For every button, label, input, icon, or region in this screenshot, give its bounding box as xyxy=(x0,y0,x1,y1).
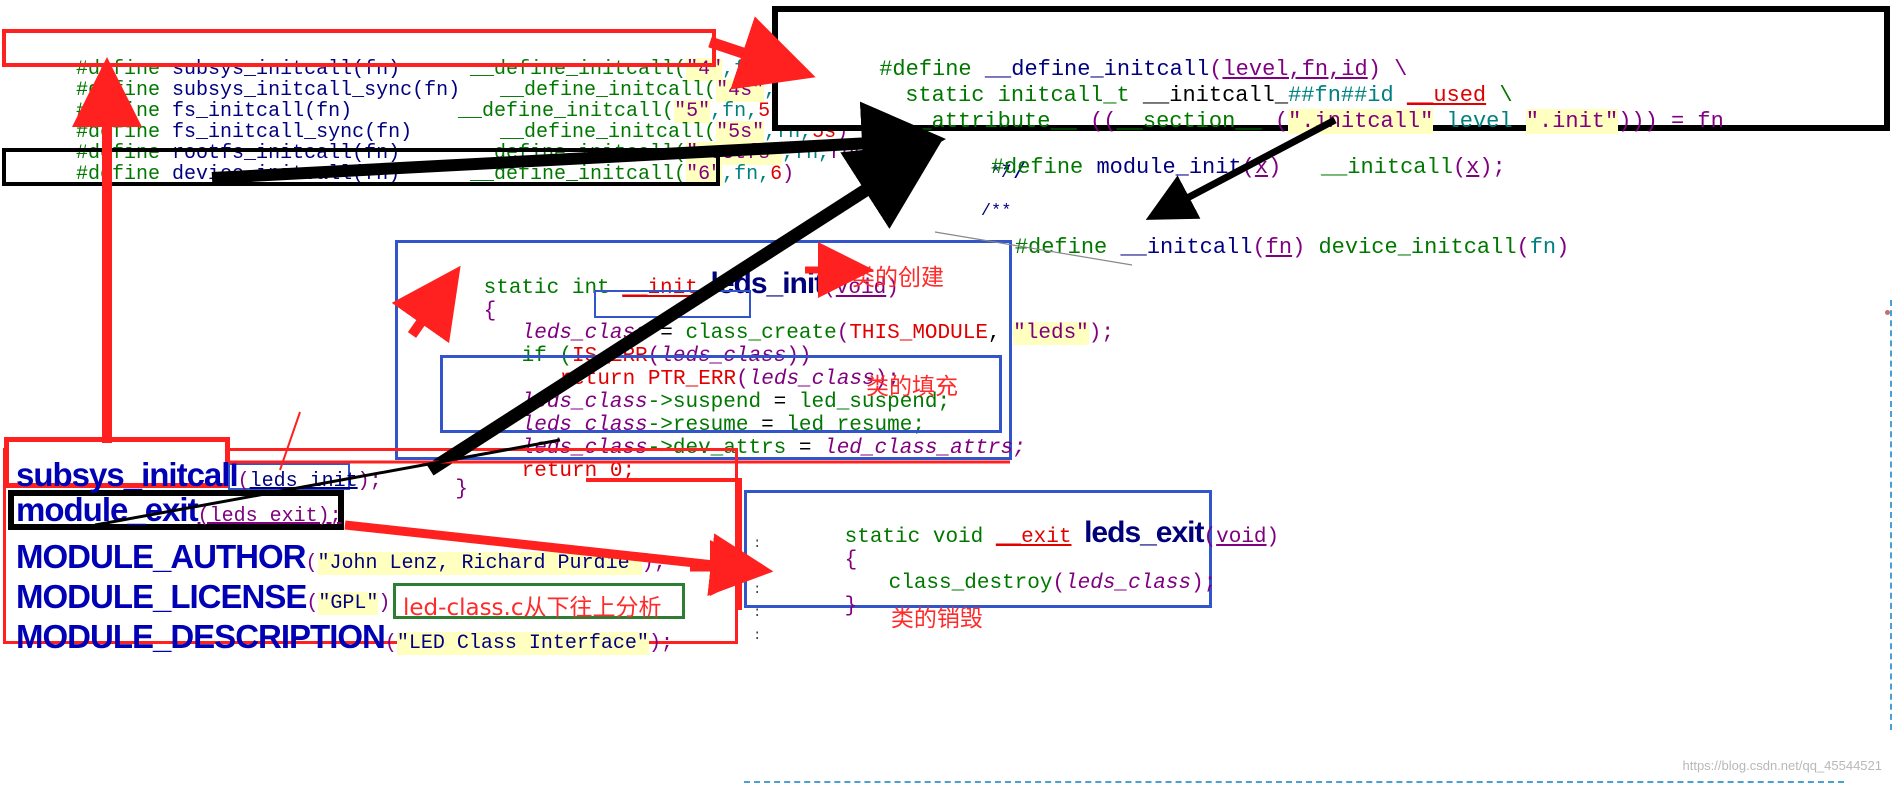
page-right-marker-dot xyxy=(1885,310,1890,315)
annotation-class-fill-text: 类的填充 xyxy=(866,374,958,400)
paren-close-2: ) xyxy=(1556,235,1570,260)
initcall-section-literal: ".initcall" xyxy=(1288,109,1434,134)
paren-open: ( xyxy=(1261,109,1289,134)
annotation-class-create-text: 类的创建 xyxy=(852,265,944,291)
attribute-keyword: __attribute__ xyxy=(905,109,1077,134)
module-author-label: MODULE_AUTHOR xyxy=(16,538,306,575)
watermark: https://blog.csdn.net/qq_45544521 xyxy=(1682,758,1883,773)
paren-close-semi: ); xyxy=(1088,322,1114,345)
annotation-class-destroy: 类的销毁 xyxy=(847,573,983,659)
device-initcall-name: device_initcall xyxy=(1318,235,1517,260)
annotation-class-create: 类的创建 xyxy=(852,258,944,292)
initcall-call: __initcall xyxy=(1320,155,1453,180)
paren-open: ( xyxy=(823,277,836,300)
comma: , xyxy=(987,322,1014,345)
paren-open: ( xyxy=(306,592,319,615)
paren-open: ( xyxy=(1241,155,1255,180)
leds-exit-code-box: ::::: static void __exit leds_exit(void)… xyxy=(744,490,1279,644)
paren-close-semi: ); xyxy=(641,552,666,575)
this-module-macro: THIS_MODULE xyxy=(849,322,988,345)
module-description-label: MODULE_DESCRIPTION xyxy=(16,618,386,655)
static-void-keyword: static void xyxy=(844,526,996,549)
annotation-class-fill: 类的填充 xyxy=(866,367,958,401)
highlight-rect-device-initcall xyxy=(2,148,720,186)
leds-exit-function-name: leds_exit xyxy=(1084,516,1204,549)
leds-exit-close-brace: } xyxy=(769,572,858,641)
module-init-statement: #define module_init(x) __initcall(x); xyxy=(938,132,1506,204)
paren-close: ) xyxy=(1266,526,1280,549)
init-section-literal: ".init" xyxy=(1525,109,1619,134)
annotation-reading-order: led-class.c从下往上分析 xyxy=(403,588,662,622)
initcall-define-statement: #define __initcall(fn) device_initcall(f… xyxy=(962,212,1570,284)
define-initcall-box: #define __define_initcall(level,fn,id) \… xyxy=(772,6,1890,134)
subsys-initcall-macro-line: subsys_initcall(leds_init); xyxy=(16,456,382,494)
module-init-param: x xyxy=(1254,155,1269,180)
module-exit-args: (leds_exit); xyxy=(197,505,342,528)
paren-open-2: ( xyxy=(1452,155,1467,180)
initcall-param: fn xyxy=(1265,235,1293,260)
paren-open-2: ( xyxy=(1516,235,1530,260)
screenshot-canvas: #define arch_initcall_sync(fn) __define_… xyxy=(0,0,1896,785)
module-exit-macro-line: module_exit(leds_exit); xyxy=(16,491,342,529)
level-token: level xyxy=(1433,109,1526,134)
annotation-class-destroy-text: 类的销毁 xyxy=(890,606,983,632)
module-description-value: "LED Class Interface" xyxy=(396,632,649,655)
module-license-label: MODULE_LICENSE xyxy=(16,578,307,615)
void-param: void xyxy=(1216,526,1267,549)
define-keyword: #define xyxy=(1014,235,1121,260)
highlight-rect-class-create xyxy=(594,290,751,318)
module-author-line: MODULE_AUTHOR("John Lenz, Richard Purdie… xyxy=(16,538,666,576)
paren-open: ( xyxy=(384,632,397,655)
assign-op: = xyxy=(786,437,825,460)
page-right-dashed-border xyxy=(1890,300,1892,730)
module-exit-label: module_exit xyxy=(16,491,199,528)
initcall-arg: x xyxy=(1466,155,1480,180)
page-bottom-dashed-border xyxy=(744,781,1844,783)
paren-open: ( xyxy=(1052,572,1066,595)
paren-open: ( xyxy=(237,470,250,493)
leds-class-var: leds_class xyxy=(1065,572,1192,595)
paren-close: ) xyxy=(1268,155,1321,180)
module-author-value: "John Lenz, Richard Purdie" xyxy=(317,552,642,575)
exit-attribute: __exit xyxy=(995,526,1072,549)
led-class-attrs-var: led_class_attrs; xyxy=(824,437,1026,460)
paren-close-semi: ); xyxy=(648,632,673,655)
module-license-value: "GPL" xyxy=(318,592,379,615)
paren-close: ) xyxy=(1292,235,1319,260)
paren-close-semi: ); xyxy=(1479,155,1506,180)
initcall-macro-name: __initcall xyxy=(1120,235,1253,260)
module-license-line: MODULE_LICENSE("GPL"); xyxy=(16,578,402,616)
paren-open: ( xyxy=(1203,526,1217,549)
annotation-reading-order-text: led-class.c从下往上分析 xyxy=(403,595,662,621)
paren-open: ( xyxy=(836,322,850,345)
double-paren: (( xyxy=(1076,109,1117,134)
module-description-line: MODULE_DESCRIPTION("LED Class Interface"… xyxy=(16,618,673,656)
leds-init-arg: leds_init xyxy=(249,470,358,493)
semicolon: ; xyxy=(369,470,382,493)
subsys-initcall-label: subsys_initcall xyxy=(16,456,239,493)
module-init-name: module_init xyxy=(1096,155,1242,180)
leds-exit-gutter: ::::: xyxy=(753,536,762,644)
section-keyword: __section__ xyxy=(1116,109,1262,134)
assign-fn: ))) = fn xyxy=(1618,109,1724,134)
paren-open: ( xyxy=(1252,235,1266,260)
highlight-rect-subsys-initcall xyxy=(2,29,716,67)
leds-string-literal: "leds" xyxy=(1013,322,1089,345)
device-initcall-arg: fn xyxy=(1529,235,1557,260)
paren-open: ( xyxy=(305,552,318,575)
paren-close-semi: ); xyxy=(1191,572,1217,595)
paren-close: ) xyxy=(357,470,370,493)
